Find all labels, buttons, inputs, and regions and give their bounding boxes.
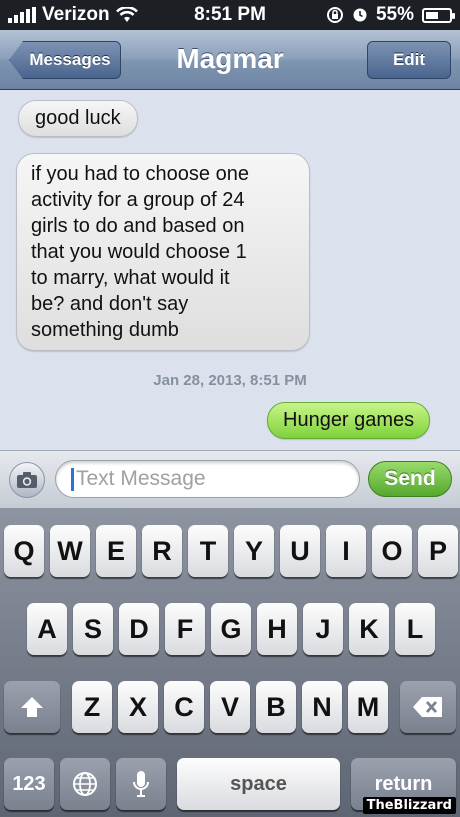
- key-z[interactable]: Z: [72, 681, 112, 733]
- globe-icon: [73, 772, 97, 796]
- send-button[interactable]: Send: [368, 461, 452, 497]
- conversation-thread[interactable]: good luck if you had to choose one activ…: [0, 91, 460, 450]
- key-h[interactable]: H: [257, 603, 297, 655]
- status-bar: Verizon 8:51 PM 55%: [0, 0, 460, 30]
- key-j[interactable]: J: [303, 603, 343, 655]
- key-y[interactable]: Y: [234, 525, 274, 577]
- message-input-placeholder: Text Message: [76, 467, 206, 490]
- alarm-icon: [353, 8, 367, 22]
- key-g[interactable]: G: [211, 603, 251, 655]
- numbers-key[interactable]: 123: [4, 758, 54, 810]
- message-input[interactable]: Text Message: [55, 460, 360, 498]
- backspace-icon: [413, 697, 442, 717]
- space-key[interactable]: space: [177, 758, 340, 810]
- battery-icon: [422, 7, 455, 23]
- message-line: something dumb: [31, 319, 179, 341]
- key-o[interactable]: O: [372, 525, 412, 577]
- message-line: be? and don't say: [31, 293, 189, 315]
- shift-arrow-icon: [21, 697, 43, 717]
- watermark: TheBlizzard: [362, 797, 456, 814]
- message-line: that you would choose 1: [31, 241, 247, 263]
- key-p[interactable]: P: [418, 525, 458, 577]
- message-text: Hunger games: [283, 409, 415, 431]
- key-b[interactable]: B: [256, 681, 296, 733]
- message-line: girls to do and based on: [31, 215, 245, 237]
- message-composer: Text Message Send: [0, 450, 460, 508]
- key-c[interactable]: C: [164, 681, 204, 733]
- key-a[interactable]: A: [27, 603, 67, 655]
- incoming-message-bubble[interactable]: good luck: [18, 100, 138, 137]
- keyboard: QWERTYUIOP ASDFGHJKL ZXCVBNM 123 space r…: [0, 508, 460, 817]
- microphone-icon: [133, 771, 149, 797]
- key-k[interactable]: K: [349, 603, 389, 655]
- edit-button[interactable]: Edit: [367, 41, 451, 79]
- message-text: good luck: [35, 107, 121, 129]
- key-i[interactable]: I: [326, 525, 366, 577]
- message-line: to marry, what would it: [31, 267, 230, 289]
- message-line: if you had to choose one: [31, 163, 249, 185]
- status-right-group: 55%: [326, 4, 455, 26]
- text-caret: [71, 468, 74, 491]
- incoming-message-bubble[interactable]: if you had to choose one activity for a …: [16, 153, 310, 351]
- dictation-key[interactable]: [116, 758, 166, 810]
- battery-fill: [426, 11, 439, 19]
- key-w[interactable]: W: [50, 525, 90, 577]
- nav-bar: Messages Magmar Edit: [0, 30, 460, 90]
- message-line: activity for a group of 24: [31, 189, 245, 211]
- key-v[interactable]: V: [210, 681, 250, 733]
- shift-key[interactable]: [4, 681, 60, 733]
- key-m[interactable]: M: [348, 681, 388, 733]
- delete-key[interactable]: [400, 681, 456, 733]
- outgoing-message-bubble[interactable]: Hunger games: [267, 402, 431, 439]
- key-s[interactable]: S: [73, 603, 113, 655]
- key-q[interactable]: Q: [4, 525, 44, 577]
- key-n[interactable]: N: [302, 681, 342, 733]
- key-u[interactable]: U: [280, 525, 320, 577]
- key-l[interactable]: L: [395, 603, 435, 655]
- camera-icon: [17, 472, 37, 488]
- key-t[interactable]: T: [188, 525, 228, 577]
- globe-key[interactable]: [60, 758, 110, 810]
- key-x[interactable]: X: [118, 681, 158, 733]
- battery-percent: 55%: [375, 4, 414, 25]
- rotation-lock-icon: [326, 7, 343, 23]
- camera-button[interactable]: [9, 462, 45, 498]
- message-timestamp: Jan 28, 2013, 8:51 PM: [153, 372, 307, 389]
- key-r[interactable]: R: [142, 525, 182, 577]
- key-d[interactable]: D: [119, 603, 159, 655]
- key-f[interactable]: F: [165, 603, 205, 655]
- key-e[interactable]: E: [96, 525, 136, 577]
